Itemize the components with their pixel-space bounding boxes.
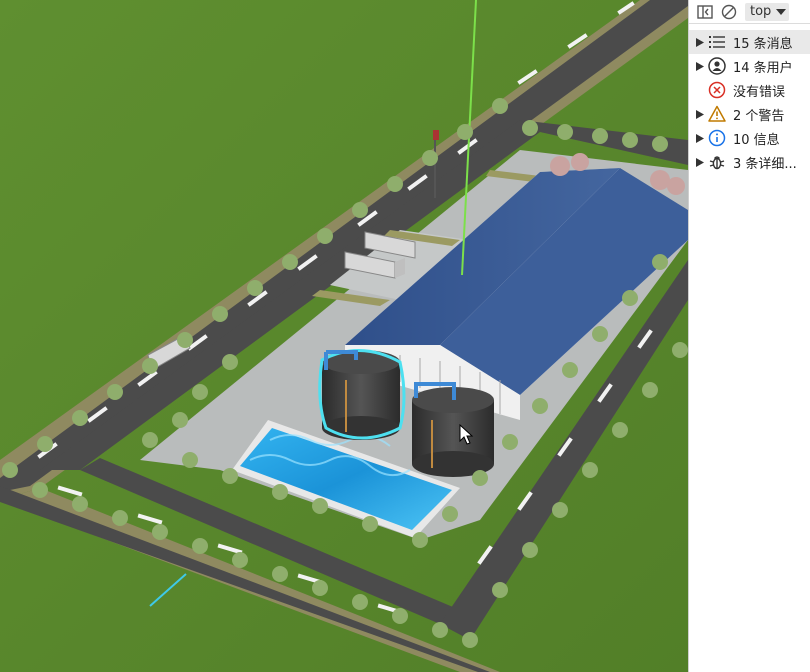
error-icon (707, 80, 727, 100)
storage-tank[interactable] (412, 382, 494, 477)
filter-label: 没有错误 (733, 84, 786, 100)
expand-arrow-icon[interactable] (693, 109, 707, 119)
message-filter-list: 15 条消息 14 条用户 没有错误 2 个警告 10 信息 3 条详细... (689, 24, 810, 174)
expand-arrow-icon[interactable] (693, 133, 707, 143)
filter-label: 10 信息 (733, 132, 780, 148)
context-selector-value: top (750, 4, 772, 19)
warning-icon (707, 104, 727, 124)
user-icon (707, 56, 727, 76)
list-icon (707, 32, 727, 52)
3d-scene-viewport[interactable] (0, 0, 688, 672)
expand-arrow-icon[interactable] (693, 157, 707, 167)
bug-icon (707, 152, 727, 172)
filter-warnings[interactable]: 2 个警告 (689, 102, 810, 126)
filter-label: 15 条消息 (733, 36, 793, 52)
filter-label: 2 个警告 (733, 108, 785, 124)
sidebar-toggle-icon[interactable] (693, 1, 717, 23)
filter-user-messages[interactable]: 14 条用户 (689, 54, 810, 78)
info-icon (707, 128, 727, 148)
filter-info[interactable]: 10 信息 (689, 126, 810, 150)
console-toolbar: top (689, 0, 810, 24)
filter-verbose[interactable]: 3 条详细... (689, 150, 810, 174)
filter-all-messages[interactable]: 15 条消息 (689, 30, 810, 54)
expand-arrow-icon[interactable] (693, 61, 707, 71)
chevron-down-icon (776, 8, 787, 15)
3d-scene-canvas[interactable] (0, 0, 688, 672)
storage-tank-selected[interactable] (318, 349, 406, 440)
filter-label: 3 条详细... (733, 156, 797, 172)
expand-arrow-icon[interactable] (693, 37, 707, 47)
clear-console-icon[interactable] (717, 1, 741, 23)
filter-errors[interactable]: 没有错误 (689, 78, 810, 102)
context-selector[interactable]: top (745, 2, 790, 21)
filter-label: 14 条用户 (733, 60, 793, 76)
devtools-console-sidebar: top 15 条消息 14 条用户 没有错误 2 个警告 10 信息 3 条详细… (688, 0, 810, 672)
